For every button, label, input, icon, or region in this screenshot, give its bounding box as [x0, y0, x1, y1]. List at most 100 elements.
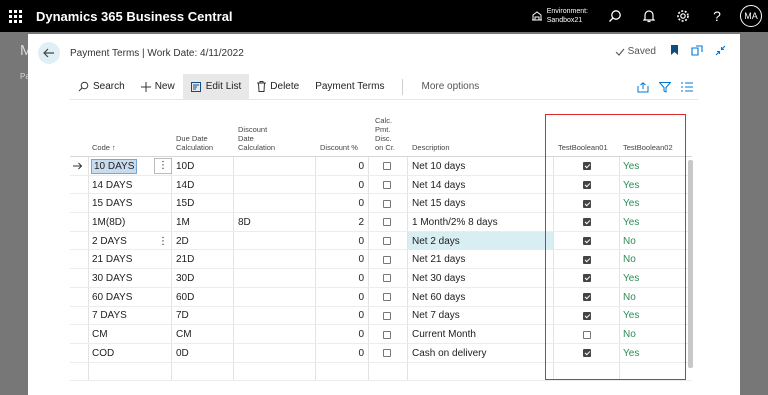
- description-cell[interactable]: Net 60 days: [408, 288, 553, 307]
- discount-pct-cell[interactable]: 0: [315, 157, 364, 176]
- due-date-cell[interactable]: 2D: [176, 232, 189, 251]
- due-date-cell[interactable]: 15D: [176, 194, 194, 213]
- search-button[interactable]: Search: [70, 74, 133, 100]
- discount-pct-cell[interactable]: 0: [315, 344, 364, 363]
- code-cell[interactable]: 1M(8D): [92, 213, 125, 232]
- page-title: Payment Terms | Work Date: 4/11/2022: [70, 48, 244, 59]
- code-cell[interactable]: 7 DAYS: [92, 307, 127, 326]
- environment-indicator[interactable]: Environment: Sandbox21: [531, 7, 588, 25]
- row-menu-icon[interactable]: ⋮: [157, 232, 169, 251]
- description-cell[interactable]: Net 10 days: [408, 157, 553, 176]
- discount-pct-cell[interactable]: 0: [315, 232, 364, 251]
- save-status-label: Saved: [627, 46, 656, 57]
- environment-icon: [531, 9, 543, 24]
- description-cell[interactable]: 1 Month/2% 8 days: [408, 213, 553, 232]
- discount-pct-cell[interactable]: 0: [315, 194, 364, 213]
- calc-pmt-disc-checkbox[interactable]: [383, 250, 391, 269]
- table-scrollbar[interactable]: [688, 160, 693, 368]
- discount-pct-cell[interactable]: 0: [315, 288, 364, 307]
- description-cell[interactable]: Cash on delivery: [408, 344, 553, 363]
- calc-pmt-disc-checkbox[interactable]: [383, 325, 391, 344]
- code-cell[interactable]: 60 DAYS: [92, 288, 132, 307]
- row-arrow-icon: [73, 157, 87, 176]
- due-date-cell[interactable]: 10D: [176, 157, 194, 176]
- app-title[interactable]: Dynamics 365 Business Central: [36, 9, 233, 24]
- due-date-cell[interactable]: 1M: [176, 213, 190, 232]
- calc-pmt-disc-checkbox[interactable]: [383, 232, 391, 251]
- description-cell[interactable]: Net 21 days: [408, 250, 553, 269]
- row-menu-icon[interactable]: ⋮: [154, 157, 172, 176]
- description-cell[interactable]: Net 14 days: [408, 176, 553, 195]
- code-cell[interactable]: 30 DAYS: [92, 269, 132, 288]
- open-new-icon[interactable]: [691, 44, 703, 59]
- top-bar: Dynamics 365 Business Central Environmen…: [0, 0, 768, 32]
- due-date-cell[interactable]: 60D: [176, 288, 194, 307]
- delete-button[interactable]: Delete: [249, 74, 307, 100]
- column-header-code[interactable]: Code ↑: [92, 143, 116, 152]
- discount-pct-cell[interactable]: 2: [315, 213, 364, 232]
- action-bar: Search New Edit List Delete Payment Term…: [70, 73, 698, 100]
- plus-icon: [140, 81, 151, 92]
- due-date-cell[interactable]: 14D: [176, 176, 194, 195]
- due-date-cell[interactable]: 21D: [176, 250, 194, 269]
- calc-pmt-disc-checkbox[interactable]: [383, 157, 391, 176]
- column-header-calc-pmt-disc[interactable]: Calc. Pmt. Disc. on Cr.: [375, 116, 395, 152]
- description-cell[interactable]: Net 30 days: [408, 269, 553, 288]
- help-icon[interactable]: ?: [700, 0, 734, 32]
- code-cell[interactable]: 21 DAYS: [92, 250, 132, 269]
- environment-name: Sandbox21: [546, 17, 583, 24]
- save-status: Saved: [615, 46, 656, 57]
- due-date-cell[interactable]: 0D: [176, 344, 189, 363]
- description-cell[interactable]: Net 15 days: [408, 194, 553, 213]
- code-cell[interactable]: 2 DAYS: [92, 232, 127, 251]
- description-cell[interactable]: Net 2 days: [408, 231, 553, 251]
- payment-terms-label: Payment Terms: [315, 81, 385, 92]
- edit-list-button[interactable]: Edit List: [182, 73, 250, 100]
- calc-pmt-disc-checkbox[interactable]: [383, 213, 391, 232]
- new-button[interactable]: New: [133, 74, 183, 100]
- gear-icon[interactable]: [666, 0, 700, 32]
- code-cell[interactable]: 10 DAYS: [91, 157, 138, 176]
- discount-pct-cell[interactable]: 0: [315, 269, 364, 288]
- column-header-discount-pct[interactable]: Discount %: [320, 143, 358, 152]
- list-view-icon[interactable]: [676, 82, 698, 92]
- filter-icon[interactable]: [654, 81, 676, 93]
- payment-terms-action[interactable]: Payment Terms: [307, 74, 392, 100]
- share-icon[interactable]: [632, 81, 654, 93]
- new-label: New: [154, 81, 175, 92]
- waffle-icon[interactable]: [0, 0, 30, 32]
- calc-pmt-disc-checkbox[interactable]: [383, 176, 391, 195]
- more-options-button[interactable]: More options: [413, 74, 487, 100]
- calc-pmt-disc-checkbox[interactable]: [383, 307, 391, 326]
- collapse-icon[interactable]: [715, 45, 726, 59]
- search-icon[interactable]: [598, 0, 632, 32]
- discount-date-cell[interactable]: 8D: [238, 213, 251, 232]
- highlight-annotation-box: [545, 114, 686, 380]
- discount-pct-cell[interactable]: 0: [315, 307, 364, 326]
- due-date-cell[interactable]: 7D: [176, 307, 189, 326]
- calc-pmt-disc-checkbox[interactable]: [383, 288, 391, 307]
- column-header-due-date[interactable]: Due Date Calculation: [176, 134, 213, 152]
- bell-icon[interactable]: [632, 0, 666, 32]
- code-cell[interactable]: CM: [92, 325, 108, 344]
- code-cell[interactable]: 15 DAYS: [92, 194, 132, 213]
- discount-pct-cell[interactable]: 0: [315, 250, 364, 269]
- discount-pct-cell[interactable]: 0: [315, 325, 364, 344]
- toolbar-divider: [402, 78, 404, 95]
- edit-list-icon: [190, 81, 201, 92]
- calc-pmt-disc-checkbox[interactable]: [383, 344, 391, 363]
- code-cell[interactable]: COD: [92, 344, 114, 363]
- code-cell[interactable]: 14 DAYS: [92, 176, 132, 195]
- column-header-description[interactable]: Description: [412, 143, 450, 152]
- description-cell[interactable]: Net 7 days: [408, 307, 553, 326]
- due-date-cell[interactable]: CM: [176, 325, 192, 344]
- calc-pmt-disc-checkbox[interactable]: [383, 194, 391, 213]
- due-date-cell[interactable]: 30D: [176, 269, 194, 288]
- back-button[interactable]: [38, 42, 60, 64]
- description-cell[interactable]: Current Month: [408, 325, 553, 344]
- avatar[interactable]: MA: [740, 5, 762, 27]
- bookmark-icon[interactable]: [670, 44, 679, 59]
- discount-pct-cell[interactable]: 0: [315, 176, 364, 195]
- column-header-discount-date[interactable]: Discount Date Calculation: [238, 125, 275, 152]
- calc-pmt-disc-checkbox[interactable]: [383, 269, 391, 288]
